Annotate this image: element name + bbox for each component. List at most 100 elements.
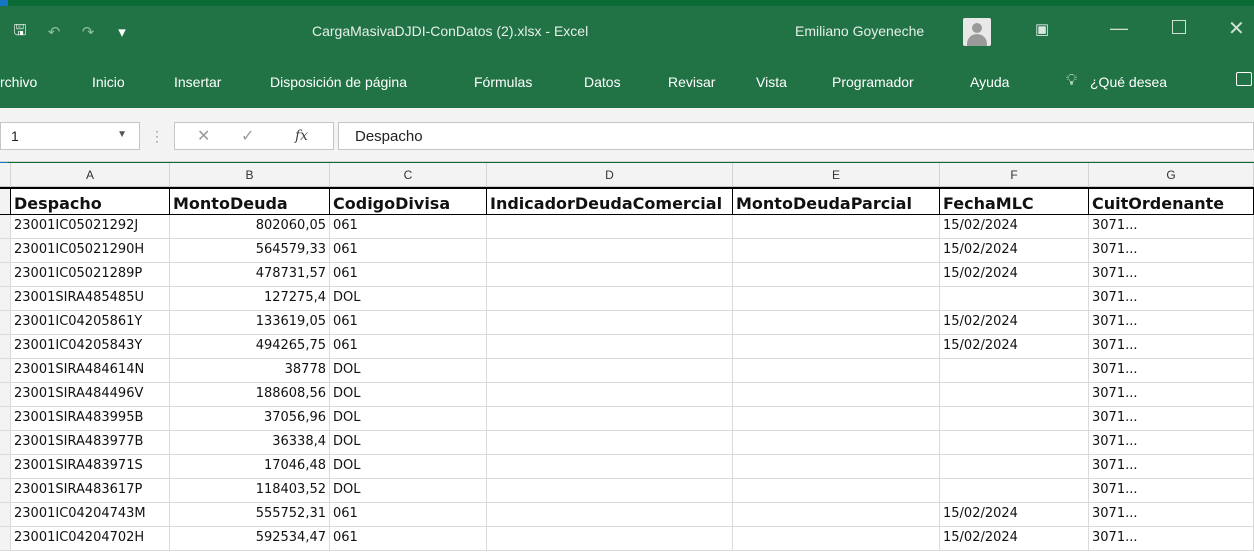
table-cell[interactable] [733,455,940,479]
save-icon[interactable]: 🖫 [8,20,32,44]
table-cell[interactable] [487,431,733,455]
table-cell[interactable]: 23001SIRA483995B [11,407,170,431]
header-cell[interactable]: IndicadorDeudaComercial [487,187,733,215]
column-header[interactable]: B [170,163,330,187]
header-cell[interactable]: MontoDeuda [170,187,330,215]
table-cell[interactable]: 3071... [1089,431,1254,455]
table-cell[interactable]: DOL [330,407,487,431]
tab-disposicion[interactable]: Disposición de página [270,74,407,90]
row-header[interactable] [0,503,11,527]
tab-ayuda[interactable]: Ayuda [970,74,1009,90]
table-cell[interactable] [487,455,733,479]
row-header[interactable] [0,263,11,287]
table-cell[interactable]: DOL [330,287,487,311]
table-cell[interactable]: 15/02/2024 [940,527,1089,551]
table-cell[interactable]: 118403,52 [170,479,330,503]
table-cell[interactable]: 3071... [1089,503,1254,527]
customize-qat-icon[interactable]: ▾ [110,20,134,44]
table-cell[interactable]: DOL [330,479,487,503]
row-header[interactable] [0,527,11,551]
table-cell[interactable] [733,239,940,263]
table-cell[interactable]: 23001SIRA484496V [11,383,170,407]
header-cell[interactable]: CodigoDivisa [330,187,487,215]
table-cell[interactable]: 23001SIRA483617P [11,479,170,503]
table-cell[interactable]: 3071... [1089,383,1254,407]
table-cell[interactable] [487,407,733,431]
table-cell[interactable]: 15/02/2024 [940,311,1089,335]
table-cell[interactable]: 15/02/2024 [940,503,1089,527]
table-cell[interactable]: 23001IC04204702H [11,527,170,551]
user-avatar-icon[interactable] [963,18,991,46]
table-cell[interactable] [487,311,733,335]
lightbulb-icon[interactable]: 💡︎ [1066,72,1077,90]
tab-revisar[interactable]: Revisar [668,74,715,90]
table-cell[interactable]: 3071... [1089,527,1254,551]
header-cell[interactable]: MontoDeudaParcial [733,187,940,215]
user-name[interactable]: Emiliano Goyeneche [795,23,924,39]
table-cell[interactable]: 15/02/2024 [940,215,1089,239]
table-cell[interactable] [733,479,940,503]
tab-vista[interactable]: Vista [756,74,787,90]
table-cell[interactable] [733,215,940,239]
worksheet-grid[interactable]: A B C D E F G Despacho MontoDeuda CodigoDi… [0,163,1254,557]
maximize-icon[interactable] [1172,20,1186,34]
cancel-icon[interactable]: ✕ [197,126,210,146]
table-cell[interactable]: DOL [330,383,487,407]
table-cell[interactable]: 23001IC05021292J [11,215,170,239]
table-cell[interactable]: 061 [330,335,487,359]
table-cell[interactable] [733,287,940,311]
table-cell[interactable] [487,215,733,239]
undo-icon[interactable]: ↶ [42,20,66,44]
row-header[interactable] [0,479,11,503]
table-cell[interactable] [733,311,940,335]
table-cell[interactable] [940,359,1089,383]
table-cell[interactable] [487,359,733,383]
enter-check-icon[interactable]: ✓ [241,126,254,146]
table-cell[interactable] [940,287,1089,311]
chevron-down-icon[interactable]: ▼ [117,129,127,140]
table-cell[interactable]: 3071... [1089,359,1254,383]
table-cell[interactable]: 592534,47 [170,527,330,551]
table-cell[interactable]: 23001SIRA483971S [11,455,170,479]
table-cell[interactable] [487,527,733,551]
table-cell[interactable] [940,407,1089,431]
tab-datos[interactable]: Datos [584,74,621,90]
table-cell[interactable]: 3071... [1089,455,1254,479]
table-cell[interactable]: 38778 [170,359,330,383]
table-cell[interactable]: 494265,75 [170,335,330,359]
row-header[interactable] [0,287,11,311]
table-cell[interactable] [733,527,940,551]
table-cell[interactable] [487,239,733,263]
table-cell[interactable]: 15/02/2024 [940,239,1089,263]
select-all-corner[interactable] [0,163,11,187]
table-cell[interactable]: DOL [330,359,487,383]
tab-insertar[interactable]: Insertar [174,74,221,90]
header-cell[interactable]: Despacho [11,187,170,215]
table-cell[interactable] [487,479,733,503]
table-cell[interactable]: 127275,4 [170,287,330,311]
table-cell[interactable]: 23001IC05021289P [11,263,170,287]
table-cell[interactable]: 061 [330,527,487,551]
table-cell[interactable]: 23001SIRA485485U [11,287,170,311]
row-header[interactable] [0,187,11,215]
tab-formulas[interactable]: Fórmulas [474,74,532,90]
table-cell[interactable] [487,503,733,527]
insert-function-icon[interactable]: fx [295,128,308,144]
tab-programador[interactable]: Programador [832,74,914,90]
table-cell[interactable]: 564579,33 [170,239,330,263]
table-cell[interactable]: 061 [330,215,487,239]
formula-input[interactable]: Despacho [338,122,1254,150]
table-cell[interactable]: 23001IC05021290H [11,239,170,263]
table-cell[interactable]: 23001SIRA484614N [11,359,170,383]
table-cell[interactable]: 3071... [1089,215,1254,239]
table-cell[interactable]: 17046,48 [170,455,330,479]
table-cell[interactable]: 3071... [1089,311,1254,335]
table-cell[interactable]: 15/02/2024 [940,335,1089,359]
name-box[interactable]: 1 ▼ [0,122,140,150]
tab-archivo[interactable]: rchivo [0,74,37,90]
column-header[interactable]: E [733,163,940,187]
header-cell[interactable]: FechaMLC [940,187,1089,215]
table-cell[interactable]: 23001SIRA483977B [11,431,170,455]
table-cell[interactable] [940,455,1089,479]
column-header[interactable]: D [487,163,733,187]
